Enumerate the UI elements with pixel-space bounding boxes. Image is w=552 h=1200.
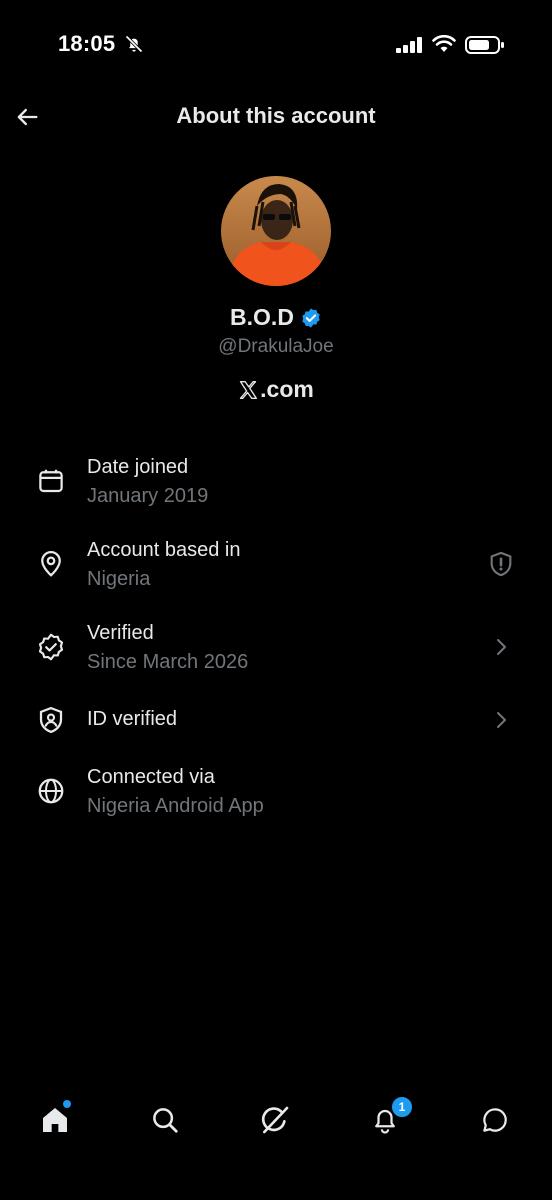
profile-name-row: B.O.D [0, 304, 552, 331]
status-time: 18:05 [58, 31, 116, 56]
list-item-verified[interactable]: Verified Since March 2026 [0, 620, 552, 700]
location-pin-icon [34, 547, 68, 581]
row-title: Verified [87, 622, 154, 644]
battery-icon [465, 36, 504, 54]
row-title: Date joined [87, 456, 189, 478]
row-subtitle: Since March 2026 [87, 651, 249, 673]
row-title: ID verified [87, 708, 178, 730]
grok-icon [261, 1106, 289, 1134]
verified-badge-icon [302, 307, 320, 328]
verified-check-icon [34, 630, 68, 664]
platform-label: .com [0, 376, 552, 403]
home-unread-dot [63, 1100, 71, 1108]
wifi-icon [432, 35, 456, 52]
list-item-connected-via: Connected via Nigeria Android App [0, 764, 552, 844]
avatar[interactable] [221, 176, 331, 286]
home-icon [43, 1108, 67, 1132]
search-icon [153, 1108, 178, 1133]
nav-search[interactable] [143, 1098, 187, 1142]
page-title: About this account [176, 103, 376, 128]
row-subtitle: Nigeria Android App [87, 795, 264, 817]
bottom-nav: 1 [0, 1080, 552, 1160]
messages-icon [483, 1108, 507, 1132]
cellular-signal-icon [396, 37, 422, 53]
header: About this account [0, 90, 552, 144]
row-subtitle: Nigeria [87, 568, 151, 590]
nav-grok[interactable] [253, 1098, 297, 1142]
platform-domain: .com [260, 376, 314, 402]
x-logo-icon [239, 380, 258, 399]
list-item-date-joined: Date joined January 2019 [0, 454, 552, 534]
handle: @DrakulaJoe [218, 336, 334, 357]
nav-messages[interactable] [473, 1098, 517, 1142]
list-item-account-based-in: Account based in Nigeria [0, 537, 552, 617]
row-title: Connected via [87, 766, 215, 788]
list-item-id-verified[interactable]: ID verified [0, 703, 552, 763]
row-subtitle: January 2019 [87, 485, 209, 507]
row-title: Account based in [87, 539, 241, 561]
notification-count-badge: 1 [391, 1096, 413, 1118]
id-shield-icon [34, 703, 68, 737]
globe-icon [34, 774, 68, 808]
chevron-right-icon[interactable] [484, 630, 518, 664]
chevron-right-icon[interactable] [484, 703, 518, 737]
status-bar: 18:05 [0, 0, 552, 90]
bell-muted-icon [125, 35, 143, 53]
nav-notifications[interactable]: 1 [363, 1096, 413, 1142]
avatar-image [221, 176, 331, 286]
shield-exclamation-icon[interactable] [484, 547, 518, 581]
display-name: B.O.D [230, 304, 294, 330]
calendar-icon [34, 464, 68, 498]
nav-home[interactable] [33, 1098, 77, 1142]
